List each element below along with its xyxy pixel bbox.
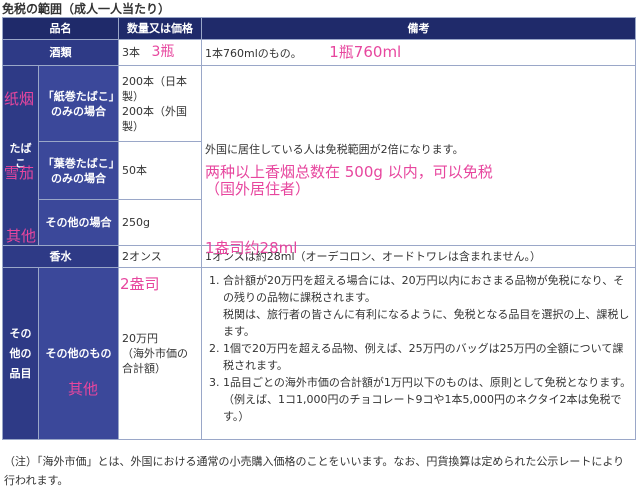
tobacco-handwrite-note-2: （国外居住者）	[205, 180, 311, 198]
header-quantity: 数量又は価格	[118, 17, 202, 40]
tobacco-qty-cigars: 50本	[118, 141, 202, 200]
alcohol-note: 1本760mlのもの。 1瓶760ml	[201, 39, 636, 66]
handwrite-cigarettes: 纸烟	[4, 90, 35, 108]
handwrite-perfume-qty: 2盎司	[120, 275, 160, 293]
alcohol-label: 酒類	[2, 39, 119, 66]
tobacco-note: 外国に居住している人は免税範囲が2倍になります。 两种以上香烟总数在 500g …	[201, 65, 636, 246]
other-item: その他のもの	[38, 267, 119, 440]
alcohol-handwrite-note: 1瓶760ml	[329, 42, 402, 61]
other-note-2: 2. 1個で20万円を超える品物、例えば、25万円のバッグは25万円の全額につい…	[209, 342, 624, 372]
tobacco-item-cigarettes: 「紙巻たばこ」のみの場合	[38, 65, 119, 142]
handwrite-other: 其他	[68, 380, 99, 398]
tobacco-item-cigars: 「葉巻たばこ」のみの場合	[38, 141, 119, 200]
tobacco-item-other: その他の場合	[38, 199, 119, 246]
other-notes: 1. 合計額が20万円を超える場合には、20万円以内におさまる品物が免税になり、…	[201, 267, 636, 440]
header-remarks: 備考	[201, 17, 636, 40]
other-category: その他の品目	[2, 267, 39, 440]
tobacco-qty-other: 250g	[118, 199, 202, 246]
tobacco-handwrite-note-1: 两种以上香烟总数在 500g 以内，可以免税	[205, 163, 493, 181]
handwrite-perfume-above: 1盎司约28ml	[205, 239, 298, 257]
handwrite-other-tobacco: 其他	[6, 227, 37, 245]
handwrite-cigars: 雪茄	[4, 164, 35, 182]
header-item: 品名	[2, 17, 119, 40]
tobacco-qty-cigarettes: 200本（日本製） 200本（外国製）	[118, 65, 202, 142]
other-note-1: 1. 合計額が20万円を超える場合には、20万円以内におさまる品物が免税になり、…	[209, 274, 625, 304]
perfume-label: 香水	[2, 245, 119, 268]
duty-free-table: 品名 数量又は価格 備考 酒類 3本 3瓶 1本760mlのもの。 1瓶760m…	[2, 17, 636, 440]
other-note-1b: 税関は、旅行者の皆さんに有利になるように、免税となる品目を選択の上、課税します。	[223, 308, 630, 338]
alcohol-handwrite-qty: 3瓶	[151, 44, 175, 60]
other-note-3: 3. 1品目ごとの海外市価の合計額が1万円以下のものは、原則として免税となります…	[209, 376, 632, 423]
alcohol-qty: 3本 3瓶	[118, 39, 202, 66]
perfume-qty: 2オンス	[118, 245, 202, 268]
page-title: 免税の範囲（成人一人当たり）	[2, 2, 171, 16]
footnote: （注）「海外市価」とは、外国における通常の小売購入価格のことをいいます。なお、円…	[4, 455, 625, 487]
